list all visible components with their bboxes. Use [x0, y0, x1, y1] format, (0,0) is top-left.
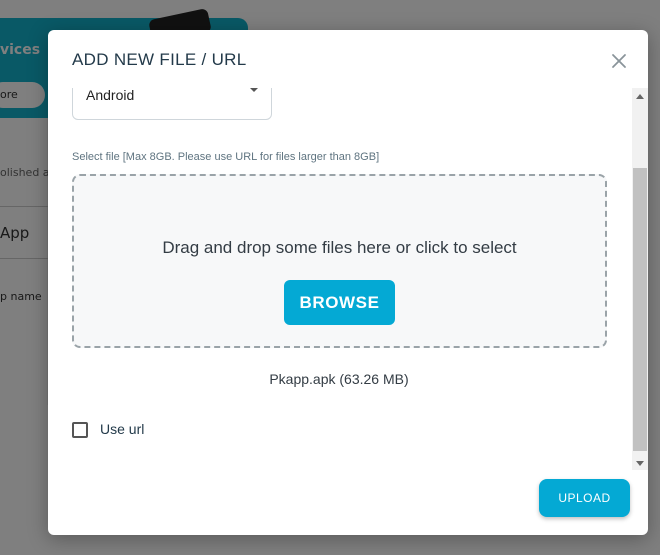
file-dropzone[interactable]: Drag and drop some files here or click t… — [72, 174, 607, 348]
modal-title: ADD NEW FILE / URL — [72, 50, 247, 69]
scrollbar-thumb[interactable] — [633, 168, 647, 451]
add-file-modal: ADD NEW FILE / URL Android Select file [… — [48, 30, 648, 535]
modal-body: Android Select file [Max 8GB. Please use… — [48, 88, 648, 470]
close-button[interactable] — [610, 52, 628, 70]
upload-button[interactable]: UPLOAD — [539, 479, 630, 517]
platform-select[interactable]: Android — [72, 88, 272, 120]
close-icon — [612, 54, 626, 68]
scrollbar[interactable] — [632, 88, 648, 470]
dropzone-text: Drag and drop some files here or click t… — [162, 238, 517, 257]
use-url-label: Use url — [100, 421, 145, 437]
file-size-label: Select file [Max 8GB. Please use URL for… — [72, 151, 380, 163]
browse-button[interactable]: BROWSE — [284, 280, 395, 325]
use-url-checkbox[interactable] — [72, 422, 88, 438]
platform-select-value: Android — [86, 88, 135, 103]
scroll-down-arrow-icon[interactable] — [636, 461, 644, 466]
scroll-up-arrow-icon[interactable] — [636, 94, 644, 99]
dropdown-arrow-icon — [249, 88, 259, 92]
selected-file-name: Pkapp.apk (63.26 MB) — [269, 371, 409, 387]
